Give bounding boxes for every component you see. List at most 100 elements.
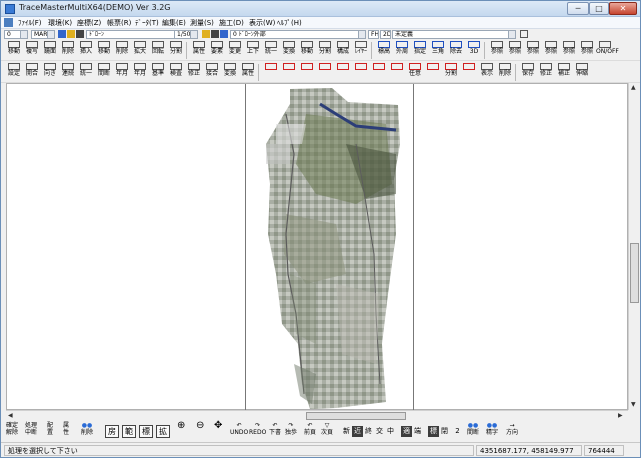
bulb-icon-2[interactable] (202, 30, 210, 38)
drawing-canvas[interactable] (6, 83, 628, 411)
tb1-button-10[interactable]: 属性 (190, 40, 208, 60)
fh-button[interactable]: FH (368, 30, 379, 39)
snap-2[interactable]: 2 (452, 426, 463, 437)
tb1-button-7[interactable]: 拡大 (131, 40, 149, 60)
tb1-button-21[interactable]: 外周 (393, 40, 411, 60)
pen-select[interactable]: ﾄﾞﾛｰﾝ (86, 30, 186, 39)
tb1-button-0[interactable]: 移動 (5, 40, 23, 60)
snap-fit[interactable]: 適 (401, 426, 412, 437)
tb2-button-18[interactable] (334, 62, 352, 82)
tb1-button-19[interactable]: ﾚｲﾔｰ (352, 40, 370, 60)
tb2-button-25[interactable] (460, 62, 478, 82)
line-type-select[interactable]: MAR (31, 30, 55, 39)
menu-edit[interactable]: 編集(E) (162, 18, 186, 28)
tb1-button-28[interactable]: 参照 (524, 40, 542, 60)
snap-mid[interactable]: 中 (385, 426, 396, 437)
tb2-button-5[interactable]: 間断 (95, 62, 113, 82)
tb2-button-10[interactable]: 修正 (185, 62, 203, 82)
pen-color-icon-2[interactable] (220, 30, 228, 38)
tb2-button-29[interactable]: 修正 (537, 62, 555, 82)
tb1-button-26[interactable]: 参照 (488, 40, 506, 60)
tb2-button-28[interactable]: 保存 (519, 62, 537, 82)
tb2-button-2[interactable]: 向き (41, 62, 59, 82)
tb2-button-1[interactable]: 開合 (23, 62, 41, 82)
snap-end[interactable]: 終 (363, 426, 374, 437)
tb2-button-15[interactable] (280, 62, 298, 82)
tb1-button-15[interactable]: 変換 (280, 40, 298, 60)
snap-std[interactable]: 標 (428, 426, 439, 437)
tb1-button-16[interactable]: 移動 (298, 40, 316, 60)
undo-button[interactable]: ↶ UNDO (230, 422, 248, 436)
tb2-button-27[interactable]: 削除 (496, 62, 514, 82)
tb1-button-30[interactable]: 参照 (560, 40, 578, 60)
tb2-button-9[interactable]: 検査 (167, 62, 185, 82)
tb2-button-26[interactable]: 表示 (478, 62, 496, 82)
lock-icon-2[interactable] (211, 30, 219, 38)
tb2-button-12[interactable]: 変換 (221, 62, 239, 82)
horizontal-scroll-thumb[interactable] (306, 412, 406, 420)
snap-near[interactable]: 近 (352, 426, 363, 437)
bulb-icon[interactable] (67, 30, 75, 38)
tb1-button-29[interactable]: 参照 (542, 40, 560, 60)
vertical-scrollbar[interactable]: ▲ ▼ (628, 83, 639, 410)
tb1-button-23[interactable]: 三角 (429, 40, 447, 60)
tb1-button-11[interactable]: 要素 (208, 40, 226, 60)
tb1-button-6[interactable]: 削除 (113, 40, 131, 60)
tb1-button-14[interactable]: 統一 (262, 40, 280, 60)
tb1-button-18[interactable]: 構成 (334, 40, 352, 60)
tb1-button-12[interactable]: 変更 (226, 40, 244, 60)
interp-button[interactable]: ●● 間断 (467, 422, 479, 436)
tb2-button-24[interactable]: 分割 (442, 62, 460, 82)
horizontal-scrollbar[interactable]: ◀ ▶ (6, 410, 628, 420)
menu-coordinates[interactable]: 座標(Z) (77, 18, 101, 28)
tb1-button-4[interactable]: 挿入 (77, 40, 95, 60)
maximize-button[interactable]: □ (589, 2, 609, 15)
tb2-button-13[interactable]: 属性 (239, 62, 257, 82)
tb1-button-5[interactable]: 移動 (95, 40, 113, 60)
layer-name-select[interactable]: 0 ﾄﾞﾛｰﾝ外部 (230, 30, 366, 39)
next-page-button[interactable]: ▽ 次頁 (321, 422, 333, 436)
tb2-button-11[interactable]: 接合 (203, 62, 221, 82)
tb2-button-0[interactable]: 設定 (5, 62, 23, 82)
layer-number-select[interactable]: 0 (4, 30, 28, 39)
tb2-button-16[interactable] (298, 62, 316, 82)
tb1-button-27[interactable]: 参照 (506, 40, 524, 60)
redo-button[interactable]: ↷ REDO (249, 422, 266, 436)
tb2-button-17[interactable] (316, 62, 334, 82)
tb1-button-24[interactable]: 除去 (447, 40, 465, 60)
tb2-button-20[interactable] (370, 62, 388, 82)
tb1-button-22[interactable]: 指定 (411, 40, 429, 60)
tb2-button-4[interactable]: 統一 (77, 62, 95, 82)
menu-reports[interactable]: 帳票(R) (107, 18, 131, 28)
minimize-button[interactable]: ─ (567, 2, 589, 15)
tb2-button-8[interactable]: 基準 (149, 62, 167, 82)
menu-help[interactable]: ﾍﾙﾌﾟ(H) (277, 18, 302, 28)
confirm-button[interactable]: 確定 解除 (6, 422, 18, 436)
menu-environment[interactable]: 環境(K) (48, 18, 72, 28)
process-button[interactable]: 処理 中断 (25, 422, 37, 436)
menu-survey[interactable]: 測量(S) (190, 18, 214, 28)
attribute-button[interactable]: 属性 (63, 422, 69, 436)
lock-icon[interactable] (76, 30, 84, 38)
prev-page-button[interactable]: ↶ 前頁 (304, 422, 316, 436)
mode-button-2[interactable]: 範 (122, 425, 136, 438)
snap-new[interactable]: 新 (341, 426, 352, 437)
zoom-out-icon[interactable]: ⊖ (196, 421, 204, 431)
zoom-in-icon[interactable]: ⊕ (177, 421, 185, 431)
mode-button-4[interactable]: 拡 (156, 425, 170, 438)
tb2-button-7[interactable]: 年月 (131, 62, 149, 82)
snap-close[interactable]: 閉 (439, 426, 450, 437)
scroll-right-icon[interactable]: ▶ (618, 412, 623, 419)
select-button[interactable]: ↷ 独歩 (285, 422, 297, 436)
snap-edge[interactable]: 端 (412, 426, 423, 437)
tb1-button-9[interactable]: 分割 (167, 40, 185, 60)
mode-select[interactable]: 未定義 (392, 30, 516, 39)
snap-cross[interactable]: 交 (374, 426, 385, 437)
tb1-button-2[interactable]: 鏡面 (41, 40, 59, 60)
tb1-button-3[interactable]: 削除 (59, 40, 77, 60)
pen-color-icon[interactable] (58, 30, 66, 38)
scale-select[interactable]: 1/500 (174, 30, 198, 39)
tb2-button-19[interactable] (352, 62, 370, 82)
tb2-button-30[interactable]: 補正 (555, 62, 573, 82)
tb1-button-25[interactable]: 3D (465, 40, 483, 60)
